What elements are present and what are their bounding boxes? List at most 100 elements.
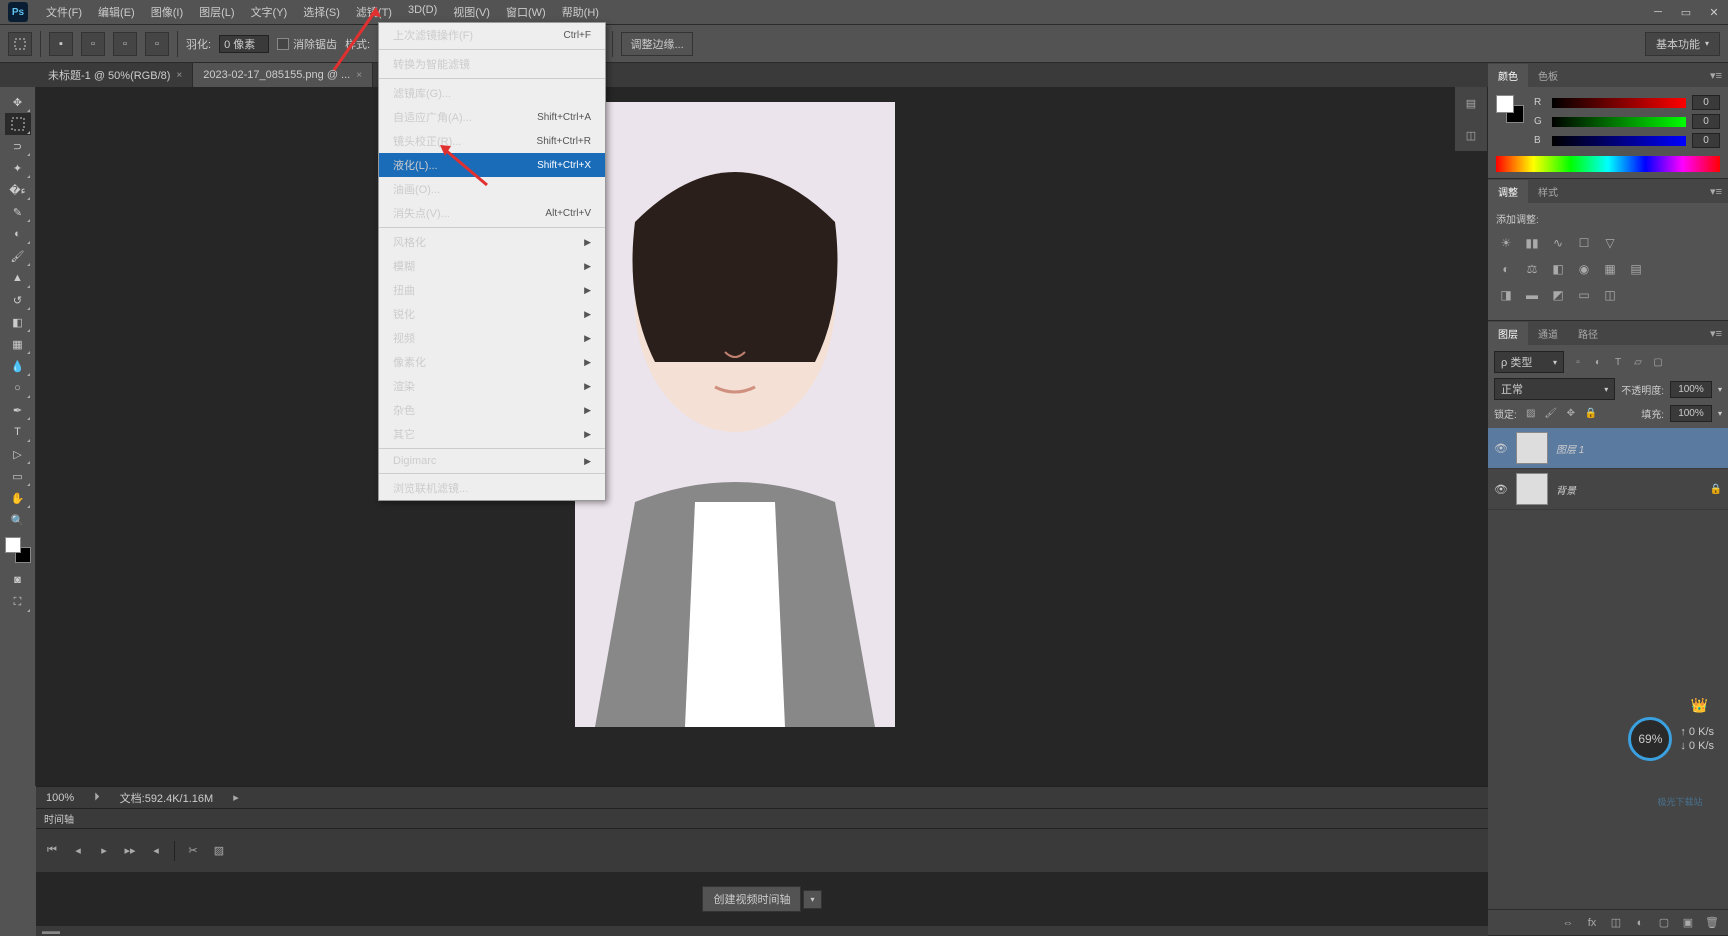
posterize-icon[interactable]: ▬ [1522,286,1542,304]
b-value[interactable] [1692,133,1720,148]
threshold-icon[interactable]: ◩ [1548,286,1568,304]
menu-item[interactable]: 油画(O)... [379,177,605,201]
gradient-map-icon[interactable]: ▭ [1574,286,1594,304]
menu-0[interactable]: 文件(F) [38,0,90,24]
tool-preset-icon[interactable] [8,32,32,56]
g-slider[interactable] [1552,117,1686,127]
panel-menu-icon[interactable]: ▾≡ [1704,327,1728,340]
menu-item[interactable]: 杂色▶ [379,398,605,422]
crop-tool[interactable]: �ء [5,179,31,201]
menu-item[interactable]: 其它▶ [379,422,605,446]
menu-item[interactable]: 渲染▶ [379,374,605,398]
hand-tool[interactable]: ✋ [5,487,31,509]
hue-icon[interactable]: ◐ [1496,260,1516,278]
brightness-icon[interactable]: ☀ [1496,234,1516,252]
document-tab[interactable]: 未标题-1 @ 50%(RGB/8)× [38,63,193,87]
menu-item[interactable]: 模糊▶ [379,254,605,278]
blend-mode-select[interactable]: 正常▾ [1494,378,1615,400]
panel-menu-icon[interactable]: ▾≡ [1704,69,1728,82]
tab-paths[interactable]: 路径 [1568,322,1608,345]
menu-9[interactable]: 窗口(W) [498,0,554,24]
spectrum-bar[interactable] [1496,156,1720,172]
menu-item[interactable]: 镜头校正(R)...Shift+Ctrl+R [379,129,605,153]
create-timeline-button[interactable]: 创建视频时间轴 [702,886,801,912]
canvas[interactable] [36,87,1728,786]
create-timeline-dropdown[interactable]: ▾ [803,890,821,909]
move-tool[interactable]: ✥ [5,91,31,113]
wand-tool[interactable]: ✦ [5,157,31,179]
b-slider[interactable] [1552,136,1686,146]
menu-item[interactable]: 消失点(V)...Alt+Ctrl+V [379,201,605,225]
visibility-icon[interactable]: 👁 [1494,483,1508,496]
layer-mask-icon[interactable]: ◫ [1608,915,1624,931]
history-brush-tool[interactable]: ↺ [5,289,31,311]
antialias-checkbox[interactable]: 消除锯齿 [277,36,337,52]
document-tab[interactable]: 2023-02-17_085155.png @ ...× [193,63,373,87]
balance-icon[interactable]: ⚖ [1522,260,1542,278]
layer-thumbnail[interactable] [1516,473,1548,505]
panel-menu-icon[interactable]: ▾≡ [1704,185,1728,198]
eyedropper-tool[interactable]: ✎ [5,201,31,223]
intersect-selection-icon[interactable]: ▫ [145,32,169,56]
opacity-input[interactable] [1670,381,1712,398]
visibility-icon[interactable]: 👁 [1494,442,1508,455]
add-selection-icon[interactable]: ▫ [81,32,105,56]
subtract-selection-icon[interactable]: ▫ [113,32,137,56]
menu-item[interactable]: 扭曲▶ [379,278,605,302]
invert-icon[interactable]: ◨ [1496,286,1516,304]
heal-tool[interactable]: ◐ [5,223,31,245]
curves-icon[interactable]: ∿ [1548,234,1568,252]
stamp-tool[interactable]: ▲ [5,267,31,289]
layer-item[interactable]: 👁图层 1 [1488,428,1728,469]
menu-item[interactable]: 液化(L)...Shift+Ctrl+X [379,153,605,177]
close-button[interactable]: ✕ [1700,2,1728,22]
vibrance-icon[interactable]: ▽ [1600,234,1620,252]
menu-item[interactable]: 浏览联机滤镜... [379,476,605,500]
eraser-tool[interactable]: ◧ [5,311,31,333]
play-icon[interactable]: ▸ [96,843,112,859]
minimize-button[interactable]: ─ [1644,2,1672,22]
layer-item[interactable]: 👁背景🔒 [1488,469,1728,510]
cut-icon[interactable]: ✂ [185,843,201,859]
feather-input[interactable] [219,35,269,53]
g-value[interactable] [1692,114,1720,129]
menu-item[interactable]: 转换为智能滤镜 [379,52,605,76]
lock-position-icon[interactable]: ✥ [1563,406,1579,422]
lock-pixels-icon[interactable]: 🖌 [1543,406,1559,422]
menu-7[interactable]: 3D(D) [400,0,445,24]
lookup-icon[interactable]: ▤ [1626,260,1646,278]
menu-item[interactable]: 自适应广角(A)...Shift+Ctrl+A [379,105,605,129]
tab-close-icon[interactable]: × [176,70,182,81]
path-tool[interactable]: ▷ [5,443,31,465]
last-frame-icon[interactable]: ◂ [148,843,164,859]
menu-item[interactable]: 风格化▶ [379,230,605,254]
properties-panel-icon[interactable]: ◫ [1459,123,1483,147]
brush-tool[interactable]: 🖌 [5,245,31,267]
photo-filter-icon[interactable]: ◉ [1574,260,1594,278]
menu-8[interactable]: 视图(V) [445,0,498,24]
lasso-tool[interactable]: ⊃ [5,135,31,157]
zoom-tool[interactable]: 🔍 [5,509,31,531]
history-panel-icon[interactable]: ▤ [1459,91,1483,115]
next-frame-icon[interactable]: ▸▸ [122,843,138,859]
menu-item[interactable]: 锐化▶ [379,302,605,326]
menu-item[interactable]: 滤镜库(G)... [379,81,605,105]
selective-icon[interactable]: ◫ [1600,286,1620,304]
menu-3[interactable]: 图层(L) [191,0,242,24]
new-layer-icon[interactable]: ▣ [1680,915,1696,931]
lock-all-icon[interactable]: 🔒 [1583,406,1599,422]
filter-type-icon[interactable]: T [1610,354,1626,370]
link-layers-icon[interactable]: ⇔ [1560,915,1576,931]
menu-5[interactable]: 选择(S) [295,0,348,24]
mixer-icon[interactable]: ▦ [1600,260,1620,278]
menu-6[interactable]: 滤镜(T) [348,0,400,24]
new-selection-icon[interactable]: ▪ [49,32,73,56]
levels-icon[interactable]: ▮▮ [1522,234,1542,252]
layer-fx-icon[interactable]: fx [1584,915,1600,931]
layer-thumbnail[interactable] [1516,432,1548,464]
tab-swatches[interactable]: 色板 [1528,64,1568,87]
maximize-button[interactable]: ▭ [1672,2,1700,22]
gradient-tool[interactable]: ▦ [5,333,31,355]
tab-adjustments[interactable]: 调整 [1488,180,1528,203]
filter-pixel-icon[interactable]: ▫ [1570,354,1586,370]
